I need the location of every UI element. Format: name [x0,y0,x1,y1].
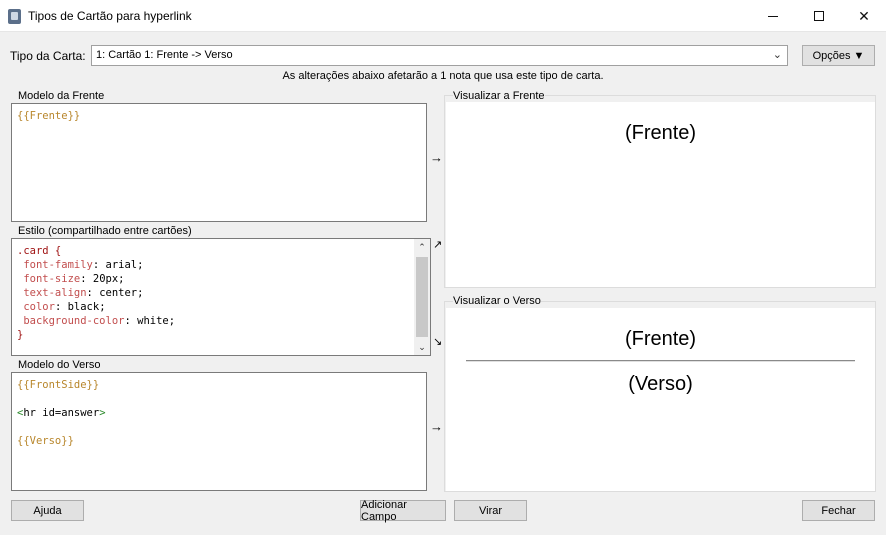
flip-button[interactable]: Virar [454,500,527,521]
css-open-brace: { [48,245,62,257]
card-type-value: 1: Cartão 1: Frente -> Verso [96,49,233,61]
card-type-select[interactable]: 1: Cartão 1: Frente -> Verso ⌄ [91,45,788,66]
front-arrow-icon: → [430,150,443,165]
css-prop: font-family [23,259,93,271]
maximize-icon [814,11,824,21]
back-preview-front-text: (Frente) [624,328,697,350]
scroll-up-icon[interactable]: ⌃ [414,239,430,255]
back-template-line: {{Verso}} [17,435,74,447]
front-template-label: Modelo da Frente [18,90,105,102]
css-prop: text-align [23,287,87,299]
notice-text: As alterações abaixo afetarão a 1 nota q… [282,70,604,82]
style-scrollbar[interactable]: ⌃ ⌄ [414,239,430,355]
front-preview: (Frente) [446,102,875,287]
back-preview-label: Visualizar o Verso [453,295,541,307]
front-template-line: {{Frente}} [17,110,81,122]
style-down-arrow-icon: ↘ [433,336,443,348]
front-template-editor[interactable]: {{Frente}} [11,103,427,222]
css-prop: background-color [23,315,125,327]
close-window-button[interactable]: ✕ [841,0,886,32]
back-template-editor[interactable]: {{FrontSide}} <hr id=answer> {{Verso}} [11,372,427,491]
close-button[interactable]: Fechar [802,500,875,521]
css-value: : white; [124,315,176,327]
card-type-label: Tipo da Carta: [10,49,86,63]
front-preview-label: Visualizar a Frente [453,90,545,102]
css-value: : 20px; [80,273,125,285]
back-preview: (Frente) (Verso) [446,308,875,491]
back-arrow-icon: → [430,419,443,434]
style-label: Estilo (compartilhado entre cartões) [18,225,192,237]
minimize-button[interactable] [750,0,796,32]
scroll-down-icon[interactable]: ⌄ [414,339,430,355]
help-button[interactable]: Ajuda [11,500,84,521]
hr-tag: hr id=answer [23,407,100,419]
close-icon: ✕ [858,7,870,24]
window-title: Tipos de Cartão para hyperlink [28,9,192,23]
back-template-line: {{FrontSide}} [17,379,100,391]
options-button[interactable]: Opções ▼ [802,45,875,66]
css-value: : center; [86,287,144,299]
hr-close: > [99,407,106,419]
app-icon [8,9,21,24]
css-prop: font-size [23,273,81,285]
css-value: : black; [54,301,106,313]
add-field-button[interactable]: Adicionar Campo [360,499,446,523]
scroll-thumb[interactable] [416,257,428,337]
style-up-arrow-icon: ↗ [433,239,443,251]
css-prop: color [23,301,55,313]
minimize-icon [768,15,778,17]
css-selector: .card [17,245,49,257]
front-preview-text: (Frente) [624,122,697,144]
back-template-label: Modelo do Verso [18,359,101,371]
chevron-down-icon: ⌄ [772,49,782,61]
css-close-brace: } [17,329,24,341]
css-value: : arial; [92,259,144,271]
back-preview-back-text: (Verso) [628,373,693,395]
maximize-button[interactable] [796,0,842,32]
style-editor[interactable]: .card { font-family: arial; font-size: 2… [11,238,431,356]
answer-divider [466,360,855,362]
